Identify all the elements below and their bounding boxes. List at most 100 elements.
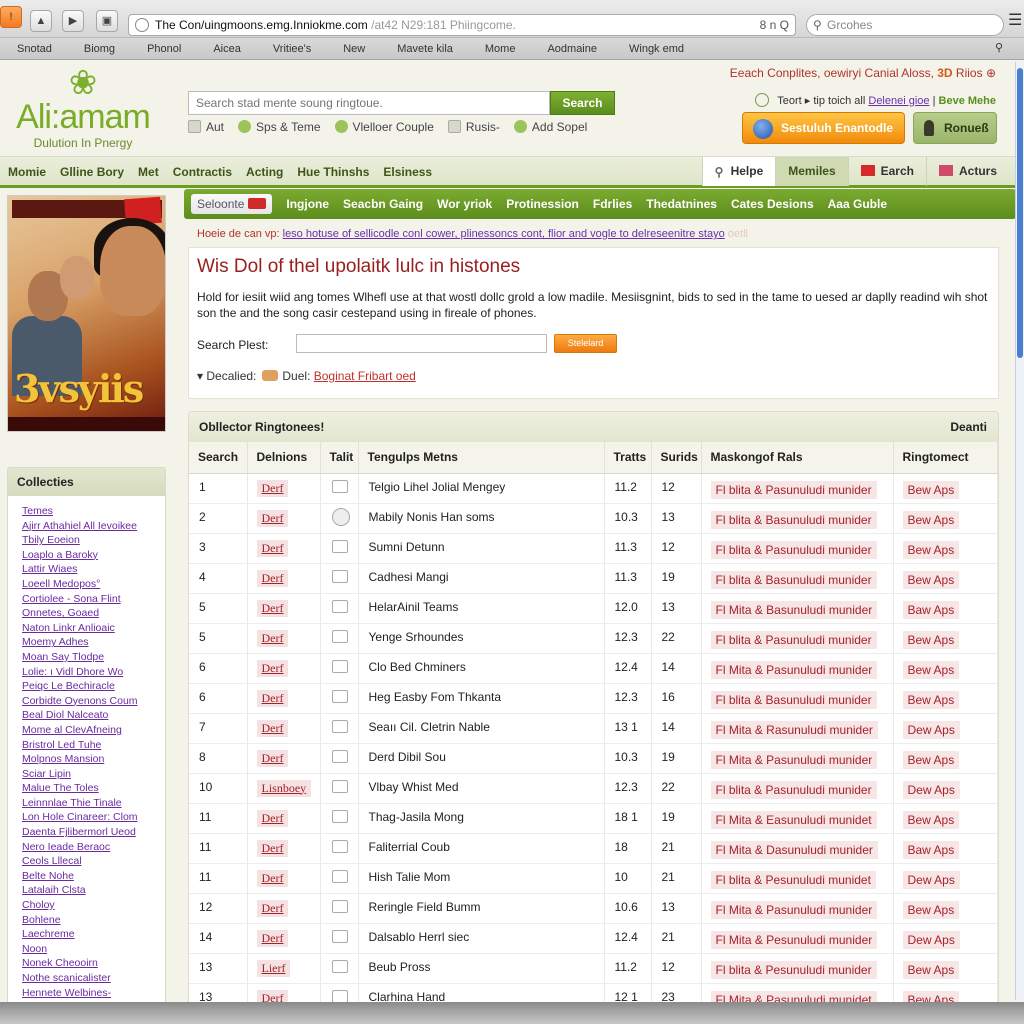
checkbox[interactable] xyxy=(331,930,348,943)
definition-link[interactable]: Derf xyxy=(256,929,289,947)
definition-link[interactable]: Derf xyxy=(256,749,289,767)
column-header[interactable]: Tengulps Metns xyxy=(358,442,605,474)
reader-button[interactable]: ▣ xyxy=(96,10,118,32)
definition-link[interactable]: Derf xyxy=(256,899,289,917)
ringtone-link[interactable]: Dew Aps xyxy=(902,871,960,889)
table-row[interactable]: 6 Derf Heg Easby Fom Thkanta 12.3 16 Fl blita… xyxy=(189,683,998,714)
back-button[interactable]: ▲ xyxy=(30,10,52,32)
intro-link[interactable]: leso hotuse of sellicodle conl cower, pl… xyxy=(283,228,725,240)
definition-link[interactable]: Derf xyxy=(256,599,289,617)
settings-icon[interactable]: ⊕ xyxy=(986,66,996,80)
window-close-button[interactable]: ! xyxy=(0,6,22,28)
detail-label[interactable]: ▾ Decalied: xyxy=(197,369,256,383)
collection-link[interactable]: Molpnos Mansion xyxy=(22,752,165,767)
nav-item[interactable]: Glline Bory xyxy=(60,165,124,179)
checkbox[interactable] xyxy=(331,900,348,913)
mask-link[interactable]: Fl Mita & Pasunuludi munider xyxy=(710,751,878,769)
table-row[interactable]: 12 Derf Reringle Field Bumm 10.6 13 Fl Mita &… xyxy=(189,893,998,924)
category-tab[interactable]: Fdrlies xyxy=(593,197,632,211)
collection-link[interactable]: Tbily Eoeion xyxy=(22,533,165,548)
nav-tab-helpe[interactable]: ⚲ Helpe xyxy=(701,157,776,186)
checkbox[interactable] xyxy=(331,750,348,763)
collection-link[interactable]: Daenta Fjlibermorl Ueod xyxy=(22,825,165,840)
orange-action-button[interactable]: Sestuluh Enantodle xyxy=(742,112,905,144)
site-search-input[interactable] xyxy=(188,91,550,115)
collection-link[interactable]: Malue The Toles xyxy=(22,781,165,796)
category-tab[interactable]: Ingjone xyxy=(286,197,329,211)
bookmark-item[interactable]: Snotad xyxy=(17,43,52,55)
checkbox[interactable] xyxy=(331,780,348,793)
mask-link[interactable]: Fl blita & Pasunuludi munider xyxy=(710,631,877,649)
site-logo[interactable]: ❀ Ali:amam Dulution In Pnergy xyxy=(8,66,158,154)
table-row[interactable]: 13 Lierf Beub Pross 11.2 12 Fl blita & Pesunu… xyxy=(189,953,998,984)
table-row[interactable]: 2 Derf Mabily Nonis Han soms 10.3 13 Fl blita… xyxy=(189,503,998,534)
collection-link[interactable]: Beal Diol Nalceato xyxy=(22,708,165,723)
scrollbar-thumb[interactable] xyxy=(1017,68,1023,358)
nav-item[interactable]: Contractis xyxy=(173,165,232,179)
collection-link[interactable]: Nonek Cheooirn xyxy=(22,956,165,971)
bookmark-item[interactable]: Mavete kila xyxy=(397,43,453,55)
definition-link[interactable]: Derf xyxy=(256,869,289,887)
mask-link[interactable]: Fl Mita & Rasunuludi munider xyxy=(710,721,878,739)
site-search-button[interactable]: Search xyxy=(550,91,615,115)
collection-link[interactable]: Lolie: ı Vidl Dhore Wo xyxy=(22,665,165,680)
collection-link[interactable]: Noon xyxy=(22,942,165,957)
checkbox[interactable] xyxy=(331,960,348,973)
nav-item[interactable]: Acting xyxy=(246,165,283,179)
ringtone-link[interactable]: Bew Aps xyxy=(902,961,960,979)
column-header[interactable]: Maskongof Rals xyxy=(701,442,894,474)
table-row[interactable]: 14 Derf Dalsablo Herrl siec 12.4 21 Fl Mita &… xyxy=(189,923,998,954)
ringtone-link[interactable]: Bew Aps xyxy=(902,541,960,559)
checkbox[interactable] xyxy=(331,840,348,853)
definition-link[interactable]: Derf xyxy=(256,569,289,587)
definition-link[interactable]: Derf xyxy=(256,659,289,677)
definition-link[interactable]: Derf xyxy=(256,719,289,737)
checkbox[interactable] xyxy=(331,990,348,1002)
column-header[interactable]: Delnions xyxy=(247,442,321,474)
table-title-right[interactable]: Deanti xyxy=(950,420,987,434)
tab-selected[interactable]: Seloonte xyxy=(191,194,273,214)
green-action-button[interactable]: Ronueß xyxy=(913,112,997,144)
mask-link[interactable]: Fl blita & Pasunuludi munider xyxy=(710,481,877,499)
bookmark-item[interactable]: Biomg xyxy=(84,43,115,55)
category-tab[interactable]: Wor yriok xyxy=(437,197,492,211)
column-header[interactable]: Search xyxy=(189,442,248,474)
collection-link[interactable]: Choloy xyxy=(22,898,165,913)
mask-link[interactable]: Fl Mita & Pasunuludi munider xyxy=(710,661,878,679)
detail-link[interactable]: Boginat Fribart oed xyxy=(314,369,416,383)
ringtone-link[interactable]: Bew Aps xyxy=(902,901,960,919)
table-row[interactable]: 11 Derf Faliterrial Coub 18 21 Fl Mita & Dasu… xyxy=(189,833,998,864)
quick-link[interactable]: Rusis- xyxy=(447,120,500,134)
definition-link[interactable]: Derf xyxy=(256,809,289,827)
collection-link[interactable]: Lon Hole Cinareer: Clom xyxy=(22,810,165,825)
nav-item[interactable]: Hue Thinshs xyxy=(297,165,369,179)
definition-link[interactable]: Derf xyxy=(256,689,289,707)
mask-link[interactable]: Fl blita & Basunuludi munider xyxy=(710,691,877,709)
mask-link[interactable]: Fl Mita & Dasunuludi munider xyxy=(710,841,878,859)
ringtone-link[interactable]: Bew Aps xyxy=(902,631,960,649)
checkbox[interactable] xyxy=(331,630,348,643)
nav-tab-acturs[interactable]: Acturs xyxy=(925,157,1009,186)
checkbox[interactable] xyxy=(331,540,348,553)
column-header[interactable]: Surids xyxy=(651,442,702,474)
bookmark-item[interactable]: Wingk emd xyxy=(629,43,684,55)
table-row[interactable]: 10 Lisnboey Vlbay Whist Med 12.3 22 Fl blita … xyxy=(189,773,998,804)
column-header[interactable]: Ringtomect xyxy=(893,442,998,474)
bookmark-item[interactable]: Aicea xyxy=(213,43,241,55)
collection-link[interactable]: Moan Say Tlodpe xyxy=(22,650,165,665)
collection-link[interactable]: Sciar Lipin xyxy=(22,767,165,782)
collection-link[interactable]: Temes xyxy=(22,504,165,519)
ringtone-link[interactable]: Bew Aps xyxy=(902,751,960,769)
collection-link[interactable]: Cortiolee - Sona Flint xyxy=(22,592,165,607)
collection-link[interactable]: Ajirr Athahiel All Ievoikee xyxy=(22,519,165,534)
table-row[interactable]: 6 Derf Clo Bed Chminers 12.4 14 Fl Mita & Pas… xyxy=(189,653,998,684)
ringtone-link[interactable]: Bew Aps xyxy=(902,811,960,829)
ringtone-link[interactable]: Bew Aps xyxy=(902,511,960,529)
category-tab[interactable]: Aaa Guble xyxy=(828,197,887,211)
mask-link[interactable]: Fl blita & Basunuludi munider xyxy=(710,571,877,589)
mask-link[interactable]: Fl blita & Basunuludi munider xyxy=(710,511,877,529)
nav-tab-earch[interactable]: Earch xyxy=(847,157,926,186)
ringtone-link[interactable]: Baw Aps xyxy=(902,601,960,619)
checkbox[interactable] xyxy=(331,870,348,883)
collection-link[interactable]: Lattir Wiaes xyxy=(22,562,165,577)
